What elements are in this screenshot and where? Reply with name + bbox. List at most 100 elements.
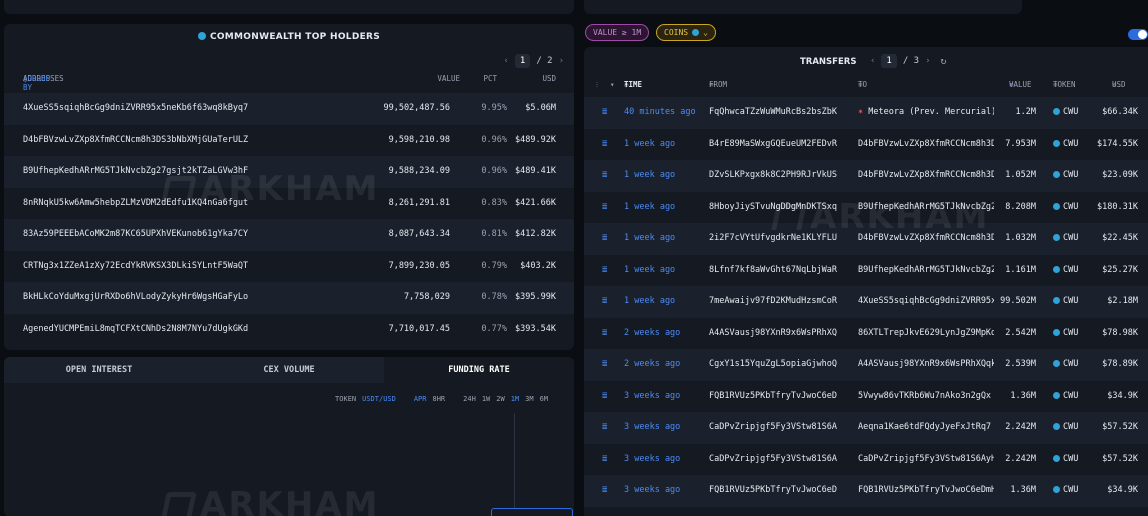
- transfer-to-address[interactable]: A4ASVausj98YXnR9x6WsPRhXQqkF: [858, 359, 994, 369]
- transfer-from-address[interactable]: 8Lfnf7kf8aWvGht67NqLbjWaRn: [709, 265, 837, 275]
- holder-address[interactable]: CRTNg3x1ZZeA1zXy72EcdYkRVKSX3DLkiSYLntF5…: [23, 261, 248, 271]
- table-row[interactable]: ≣ 1 week ago 8Lfnf7kf8aWvGht67NqLbjWaRn B9U…: [584, 255, 1148, 287]
- tab-cex-volume[interactable]: CEX VOLUME: [194, 357, 384, 383]
- transfer-token[interactable]: CWU: [1053, 202, 1078, 212]
- holder-address[interactable]: BkHLkCoYduMxgjUrRXDo6hVLodyZykyHr6WgsHGa…: [23, 292, 248, 302]
- table-row[interactable]: CRTNg3x1ZZeA1zXy72EcdYkRVKSX3DLkiSYLntF5…: [4, 251, 574, 283]
- range-1w[interactable]: 1W: [482, 395, 490, 403]
- transfer-from-address[interactable]: CaDPvZripjgf5Fy3VStw81S6Ay: [709, 454, 837, 464]
- transfer-time-link[interactable]: 3 weeks ago: [624, 391, 680, 401]
- tab-open-interest[interactable]: OPEN INTEREST: [4, 357, 194, 383]
- holder-address[interactable]: 8nRNqkU5kw6Amw5hebpZLMzVDM2dEdfu1KQ4nGa6…: [23, 198, 248, 208]
- transfer-to-address[interactable]: B9UfhepKedhARrMG5TJkNvcbZg27: [858, 265, 994, 275]
- next-page-icon[interactable]: ›: [925, 56, 930, 66]
- range-3m[interactable]: 3M: [525, 395, 533, 403]
- table-row[interactable]: ≣ 3 weeks ago CaDPvZripjgf5Fy3VStw81S6Ay Ca…: [584, 444, 1148, 476]
- transfer-time-link[interactable]: 1 week ago: [624, 233, 675, 243]
- table-row[interactable]: 8nRNqkU5kw6Amw5hebpZLMzVDM2dEdfu1KQ4nGa6…: [4, 188, 574, 220]
- table-row[interactable]: ≣ 1 week ago DZvSLKPxgx8k8C2PH9RJrVkUSt D4b…: [584, 160, 1148, 192]
- transfer-to-address[interactable]: 5Vwyw86vTKRb6Wu7nAko3n2gQx: [858, 391, 994, 401]
- transfer-time-link[interactable]: 1 week ago: [624, 296, 675, 306]
- transfer-to-address[interactable]: 86XTLTrepJkvE629LynJgZ9MpKd: [858, 328, 994, 338]
- transfer-to-address[interactable]: 4XueSS5sqiqhBcGg9dniZVRR95x5: [858, 296, 994, 306]
- table-row[interactable]: AgenedYUCMPEmiL8mqTCFXtCNhDs2N8M7NYu7dUg…: [4, 314, 574, 346]
- transfer-token[interactable]: CWU: [1053, 485, 1078, 495]
- holder-address[interactable]: 4XueSS5sqiqhBcGg9dniZVRR95x5neKb6f63wq8k…: [23, 103, 248, 113]
- holders-page-number[interactable]: 1: [514, 54, 531, 68]
- table-row[interactable]: ≣ 40 minutes ago FqQhwcaTZzWuWMuRcBs2bsZbK…: [584, 97, 1148, 129]
- transfer-from-address[interactable]: 8HboyJiySTvuNgDDgMnDKTSxqT: [709, 202, 837, 212]
- transfer-token[interactable]: CWU: [1053, 233, 1078, 243]
- transfer-time-link[interactable]: 1 week ago: [624, 139, 675, 149]
- transfer-from-address[interactable]: B4rE89MaSWxgGQEueUM2FEDvR: [709, 139, 837, 149]
- table-row[interactable]: ≣ 3 weeks ago FQB1RVUz5PKbTfryTvJwoC6eDm FQ…: [584, 475, 1148, 507]
- transfer-from-address[interactable]: 7meAwaijv97fD2KMudHzsmCoRb: [709, 296, 837, 306]
- transfer-time-link[interactable]: 3 weeks ago: [624, 422, 680, 432]
- table-row[interactable]: 4XueSS5sqiqhBcGg9dniZVRR95x5neKb6f63wq8k…: [4, 93, 574, 125]
- transfer-to-address[interactable]: D4bFBVzwLvZXp8XfmRCCNcm8h3DS: [858, 139, 994, 149]
- table-row[interactable]: ≣ 2 weeks ago A4ASVausj98YXnR9x6WsPRhXQq 86…: [584, 318, 1148, 350]
- transfer-to-address[interactable]: CaDPvZripjgf5Fy3VStw81S6AyH8: [858, 454, 994, 464]
- transfers-page-number[interactable]: 1: [881, 54, 897, 68]
- pair-selector[interactable]: USDT/USD: [362, 395, 396, 403]
- holder-address[interactable]: AgenedYUCMPEmiL8mqTCFXtCNhDs2N8M7NYu7dUg…: [23, 324, 248, 334]
- holder-address[interactable]: 83Az59PEEEbACoMK2m87KC65UPXhVEKunob61gYk…: [23, 229, 248, 239]
- transfer-token[interactable]: CWU: [1053, 391, 1078, 401]
- transfer-time-link[interactable]: 3 weeks ago: [624, 454, 680, 464]
- transfer-token[interactable]: CWU: [1053, 422, 1078, 432]
- transfer-from-address[interactable]: FQB1RVUz5PKbTfryTvJwoC6eDm: [709, 485, 837, 495]
- transfer-time-link[interactable]: 1 week ago: [624, 202, 675, 212]
- transfer-token[interactable]: CWU: [1053, 296, 1078, 306]
- transfer-token[interactable]: CWU: [1053, 107, 1078, 117]
- transfer-to-address[interactable]: ✶ Meteora (Prev. Mercurial): [858, 107, 994, 117]
- table-row[interactable]: ≣ 3 weeks ago FQB1RVUz5PKbTfryTvJwoC6eDm 5V…: [584, 381, 1148, 413]
- transfer-token[interactable]: CWU: [1053, 265, 1078, 275]
- transfer-from-address[interactable]: FQB1RVUz5PKbTfryTvJwoC6eDm: [709, 391, 837, 401]
- tab-funding-rate[interactable]: FUNDING RATE: [384, 357, 574, 383]
- table-row[interactable]: ≣ 1 week ago 2i2F7cVYtUfvgdkrNe1KLYFLUq D4b…: [584, 223, 1148, 255]
- table-row[interactable]: ≣ 1 week ago 8HboyJiySTvuNgDDgMnDKTSxqT B9U…: [584, 192, 1148, 224]
- transfer-from-address[interactable]: DZvSLKPxgx8k8C2PH9RJrVkUSt: [709, 170, 837, 180]
- transfer-time-link[interactable]: 2 weeks ago: [624, 359, 680, 369]
- transfer-time-link[interactable]: 3 weeks ago: [624, 485, 680, 495]
- col-time[interactable]: ◷ TIME ▾: [624, 80, 642, 89]
- transfer-from-address[interactable]: CgxY1s15YquZgL5opiaGjwhoQe: [709, 359, 837, 369]
- coins-filter-chip[interactable]: COINS ⌄: [656, 24, 716, 41]
- next-page-icon[interactable]: ›: [559, 56, 564, 66]
- table-row[interactable]: ≣ 1 week ago 7meAwaijv97fD2KMudHzsmCoRb 4Xu…: [584, 286, 1148, 318]
- 8hr-toggle[interactable]: 8HR: [433, 395, 446, 403]
- transfer-to-address[interactable]: FQB1RVUz5PKbTfryTvJwoC6eDmHy: [858, 485, 994, 495]
- transfer-from-address[interactable]: FqQhwcaTZzWuWMuRcBs2bsZbK9: [709, 107, 837, 117]
- table-row[interactable]: ≣ 1 week ago B4rE89MaSWxgGQEueUM2FEDvR D4bF…: [584, 129, 1148, 161]
- holder-address[interactable]: B9UfhepKedhARrMG5TJkNvcbZg27gsjt2kTZaLGV…: [23, 166, 248, 176]
- range-2w[interactable]: 2W: [496, 395, 504, 403]
- transfer-from-address[interactable]: A4ASVausj98YXnR9x6WsPRhXQq: [709, 328, 837, 338]
- apr-toggle[interactable]: APR: [414, 395, 427, 403]
- refresh-icon[interactable]: ↻: [941, 56, 947, 67]
- table-row[interactable]: ≣ 2 weeks ago CgxY1s15YquZgL5opiaGjwhoQe A4…: [584, 349, 1148, 381]
- transfer-to-address[interactable]: Aeqna1Kae6tdFQdyJyeFxJtRq7: [858, 422, 994, 432]
- filter-icon[interactable]: ▾: [610, 80, 615, 89]
- range-1m[interactable]: 1M: [511, 395, 519, 403]
- table-row[interactable]: BkHLkCoYduMxgjUrRXDo6hVLodyZykyHr6WgsHGa…: [4, 282, 574, 314]
- transfer-token[interactable]: CWU: [1053, 139, 1078, 149]
- transfer-time-link[interactable]: 40 minutes ago: [624, 107, 696, 117]
- transfer-to-address[interactable]: D4bFBVzwLvZXp8XfmRCCNcm8h3DS: [858, 170, 994, 180]
- holder-address[interactable]: D4bFBVzwLvZXp8XfmRCCNcm8h3DS3bNbXMjGUaTe…: [23, 135, 248, 145]
- transfer-token[interactable]: CWU: [1053, 359, 1078, 369]
- transfer-from-address[interactable]: 2i2F7cVYtUfvgdkrNe1KLYFLUq: [709, 233, 837, 243]
- transfer-token[interactable]: CWU: [1053, 454, 1078, 464]
- value-filter-chip[interactable]: VALUE ≥ 1M: [585, 24, 650, 41]
- transfer-time-link[interactable]: 2 weeks ago: [624, 328, 680, 338]
- transfer-to-address[interactable]: D4bFBVzwLvZXp8XfmRCCNcm8h3DS: [858, 233, 994, 243]
- transfer-from-address[interactable]: CaDPvZripjgf5Fy3VStw81S6Ay: [709, 422, 837, 432]
- col-value[interactable]: VALUE: [437, 74, 460, 83]
- col-pct[interactable]: PCT: [483, 74, 497, 83]
- filter-icon[interactable]: ⫶: [596, 80, 598, 90]
- transfer-token[interactable]: CWU: [1053, 170, 1078, 180]
- live-toggle[interactable]: [1128, 29, 1148, 40]
- table-row[interactable]: D4bFBVzwLvZXp8XfmRCCNcm8h3DS3bNbXMjGUaTe…: [4, 125, 574, 157]
- transfer-token[interactable]: CWU: [1053, 328, 1078, 338]
- transfer-time-link[interactable]: 1 week ago: [624, 170, 675, 180]
- transfer-to-address[interactable]: B9UfhepKedhARrMG5TJkNvcbZg27: [858, 202, 994, 212]
